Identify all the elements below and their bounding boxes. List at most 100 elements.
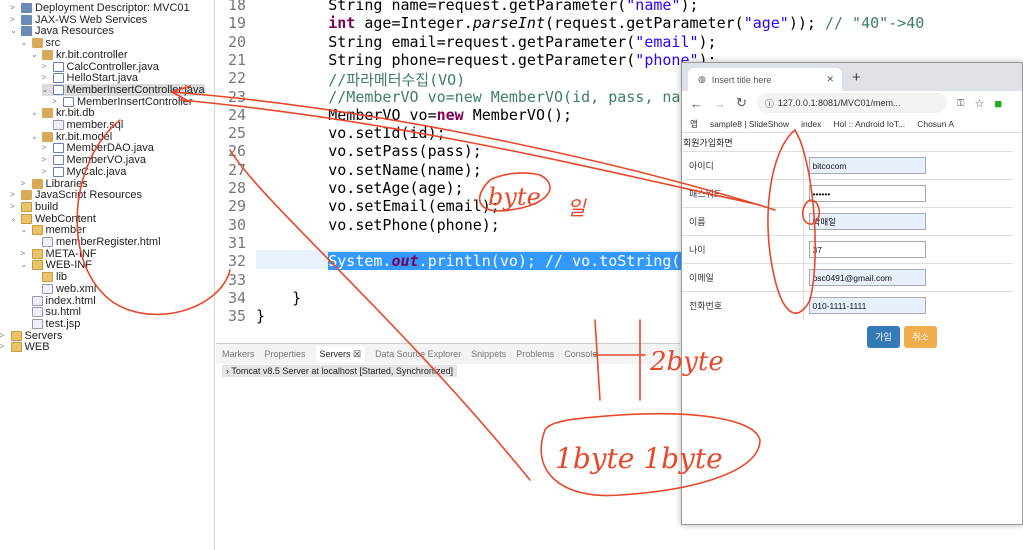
expand-arrow-icon[interactable]: > <box>21 248 29 260</box>
tree-item[interactable]: > JavaScript Resources <box>10 189 142 201</box>
tree-item[interactable]: web.xml <box>31 283 96 295</box>
tree-item[interactable]: > JAX-WS Web Services <box>10 14 147 26</box>
panel-tab[interactable]: Markers <box>222 349 255 359</box>
tree-item[interactable]: > MemberDAO.java <box>42 142 154 154</box>
code-line[interactable]: MemberVO vo=new MemberVO(); <box>256 106 572 124</box>
panel-tab[interactable]: Properties <box>265 349 306 359</box>
bookmark[interactable]: Hol :: Android IoT... <box>833 119 905 129</box>
bookmark[interactable]: 앱 <box>690 118 698 130</box>
forward-icon[interactable]: → <box>713 96 726 111</box>
expand-arrow-icon[interactable]: > <box>0 330 8 342</box>
tree-item[interactable]: ⌄ WEB-INF <box>21 259 92 271</box>
code-line[interactable]: String phone=request.getParameter("phone… <box>256 51 716 69</box>
tree-item[interactable]: > META-INF <box>21 248 97 260</box>
field-input[interactable]: 010-1111-1111 <box>808 297 926 315</box>
new-tab-button[interactable]: + <box>852 69 861 86</box>
tree-item[interactable]: ⌄ kr.bit.controller <box>31 49 128 61</box>
tree-item[interactable]: ⌄ kr.bit.model <box>31 131 112 143</box>
tree-item[interactable]: > MemberInsertController <box>52 96 193 108</box>
expand-arrow-icon[interactable]: ⌄ <box>21 259 29 271</box>
extension-icon[interactable]: ■ <box>994 96 1002 111</box>
expand-arrow-icon[interactable]: ⌄ <box>10 25 18 37</box>
tree-item[interactable]: > WEB <box>0 341 50 353</box>
code-line[interactable]: vo.setEmail(email); <box>256 197 500 215</box>
code-line[interactable]: String name=request.getParameter("name")… <box>256 0 698 14</box>
expand-arrow-icon[interactable]: > <box>10 189 18 201</box>
expand-arrow-icon[interactable]: > <box>42 166 50 178</box>
field-input[interactable]: 37 <box>808 241 926 258</box>
expand-arrow-icon[interactable]: > <box>42 142 50 154</box>
tree-item[interactable]: ⌄ kr.bit.db <box>31 107 95 119</box>
expand-arrow-icon[interactable]: > <box>42 72 50 84</box>
code-line[interactable]: vo.setPhone(phone); <box>256 216 500 234</box>
tree-item[interactable]: > HelloStart.java <box>42 72 139 84</box>
field-input[interactable]: •••••• <box>808 185 926 202</box>
expand-arrow-icon[interactable]: > <box>10 14 18 26</box>
cancel-button[interactable]: 취소 <box>904 325 937 348</box>
code-line[interactable]: } <box>256 289 301 307</box>
tree-item[interactable]: > Libraries <box>21 178 88 190</box>
expand-arrow-icon[interactable]: > <box>21 178 29 190</box>
back-icon[interactable]: ← <box>690 96 703 111</box>
code-line[interactable]: vo.setName(name); <box>256 161 482 179</box>
tree-item[interactable]: > CalcController.java <box>42 61 159 73</box>
expand-arrow-icon[interactable]: ⌄ <box>10 213 18 225</box>
tree-item[interactable]: ⌄ Java Resources <box>10 25 114 37</box>
code-line[interactable]: vo.setId(id); <box>256 124 445 142</box>
field-input[interactable]: bitcocom <box>808 157 926 174</box>
address-bar[interactable]: ⓘ 127.0.0.1:8081/MVC01/mem... <box>756 93 947 113</box>
expand-arrow-icon[interactable]: > <box>0 341 8 353</box>
expand-arrow-icon[interactable]: ⌄ <box>31 131 39 143</box>
expand-arrow-icon[interactable]: > <box>52 96 60 108</box>
code-line[interactable]: vo.setPass(pass); <box>256 142 482 160</box>
tree-item[interactable]: test.jsp <box>21 318 80 330</box>
bookmark[interactable]: sample8 | SlideShow <box>710 119 789 129</box>
expand-arrow-icon[interactable]: > <box>42 154 50 166</box>
expand-arrow-icon[interactable]: ⌄ <box>31 49 39 61</box>
tree-item[interactable]: index.html <box>21 295 96 307</box>
panel-tab[interactable]: Data Source Explorer <box>375 349 461 359</box>
form-row: 아이디 bitcocom <box>683 151 1013 180</box>
bookmark[interactable]: Chosun A <box>917 119 954 129</box>
key-icon[interactable]: ⚿ <box>957 98 965 109</box>
code-line[interactable]: } <box>256 307 265 325</box>
code-line[interactable]: vo.setAge(age); <box>256 179 463 197</box>
field-input[interactable]: 박매일 <box>808 213 926 230</box>
tree-item[interactable]: lib <box>31 271 67 283</box>
bookmark[interactable]: index <box>801 119 821 129</box>
tree-item[interactable]: ⌄ member <box>21 224 86 236</box>
panel-tab[interactable]: Console <box>564 349 597 359</box>
tree-item[interactable]: > build <box>10 201 58 213</box>
panel-tab[interactable]: Snippets <box>471 349 506 359</box>
tree-item[interactable]: > Servers <box>0 330 62 342</box>
panel-tab[interactable]: Problems <box>516 349 554 359</box>
tree-item[interactable]: memberRegister.html <box>31 236 161 248</box>
code-editor[interactable]: 18 String name=request.getParameter("nam… <box>216 0 924 343</box>
panel-tab[interactable]: Servers ☒ <box>315 345 366 363</box>
tree-item[interactable]: su.html <box>21 306 81 318</box>
tree-item[interactable]: > Deployment Descriptor: MVC01 <box>10 2 190 14</box>
expand-arrow-icon[interactable]: > <box>10 201 18 213</box>
expand-arrow-icon[interactable]: ⌄ <box>42 84 50 96</box>
expand-arrow-icon[interactable]: > <box>42 61 50 73</box>
server-row[interactable]: › Tomcat v8.5 Server at localhost [Start… <box>222 365 457 377</box>
tree-item[interactable]: > MyCalc.java <box>42 166 127 178</box>
expand-arrow-icon[interactable]: > <box>10 2 18 14</box>
tree-item[interactable]: ⌄ MemberInsertController.java <box>41 83 205 96</box>
expand-arrow-icon[interactable]: ⌄ <box>21 37 29 49</box>
browser-tab[interactable]: ◍ Insert title here ✕ <box>688 68 842 91</box>
close-tab-icon[interactable]: ✕ <box>826 74 834 85</box>
expand-arrow-icon[interactable]: ⌄ <box>21 224 29 236</box>
tree-item[interactable]: > MemberVO.java <box>42 154 146 166</box>
code-line[interactable]: System.out.println(vo); // vo.toString() <box>256 252 690 271</box>
tree-item[interactable]: ⌄ src <box>21 37 61 49</box>
field-input[interactable]: psc0491@gmail.com <box>808 269 926 286</box>
submit-button[interactable]: 가입 <box>867 325 900 348</box>
expand-arrow-icon[interactable]: ⌄ <box>31 107 39 119</box>
reload-icon[interactable]: ↻ <box>736 95 747 111</box>
code-line[interactable]: int age=Integer.parseInt(request.getPara… <box>256 14 924 32</box>
tree-item[interactable]: ⌄ WebContent <box>10 213 96 225</box>
star-icon[interactable]: ☆ <box>975 97 985 110</box>
tree-item[interactable]: member.sql <box>42 119 123 131</box>
code-line[interactable]: String email=request.getParameter("email… <box>256 33 716 51</box>
